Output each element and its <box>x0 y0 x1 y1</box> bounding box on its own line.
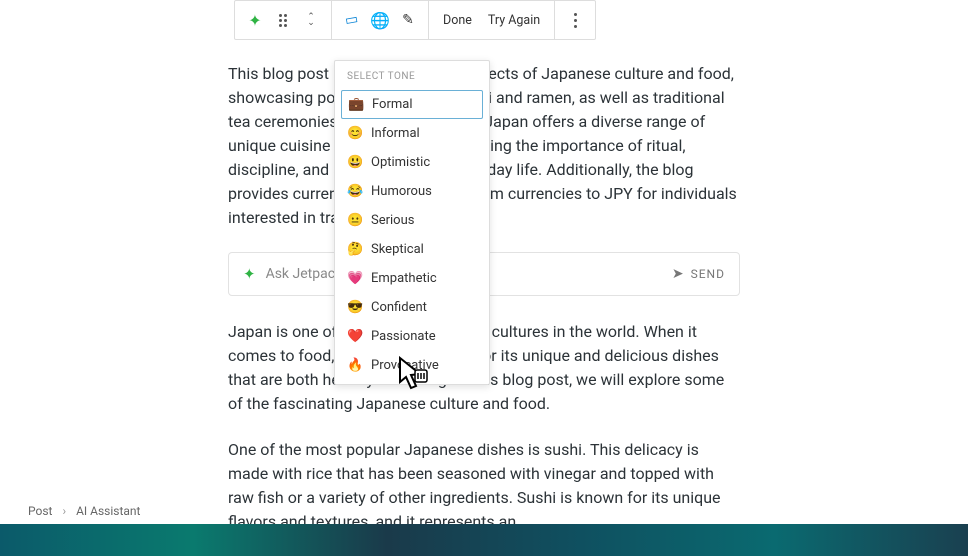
neutral-icon: 😐 <box>347 213 363 228</box>
tone-label: Passionate <box>371 329 436 344</box>
send-icon: ➤ <box>672 266 685 282</box>
tone-option-confident[interactable]: 😎 Confident <box>335 293 489 322</box>
tone-option-empathetic[interactable]: 💗 Empathetic <box>335 264 489 293</box>
breadcrumb-root[interactable]: Post <box>28 504 52 518</box>
tone-label: Empathetic <box>371 271 437 286</box>
drag-handle[interactable] <box>269 6 297 34</box>
chevron-updown-icon: ⌃⌄ <box>307 14 315 26</box>
heart-icon: 💗 <box>347 271 363 286</box>
send-label: SEND <box>691 267 725 281</box>
chevron-right-icon: › <box>62 504 66 518</box>
fire-icon: 🔥 <box>347 358 363 373</box>
edit-button[interactable]: ✎ <box>394 6 422 34</box>
laugh-icon: 😂 <box>347 184 363 199</box>
breadcrumb: Post › AI Assistant <box>28 504 140 518</box>
tone-option-skeptical[interactable]: 🤔 Skeptical <box>335 235 489 264</box>
chat-icon: ▭ <box>344 11 360 29</box>
tone-option-provocative[interactable]: 🔥 Provocative <box>335 351 489 380</box>
briefcase-icon: 💼 <box>348 97 364 112</box>
chat-button[interactable]: ▭ <box>338 6 366 34</box>
tone-option-optimistic[interactable]: 😃 Optimistic <box>335 148 489 177</box>
tone-option-humorous[interactable]: 😂 Humorous <box>335 177 489 206</box>
tone-option-informal[interactable]: 😊 Informal <box>335 119 489 148</box>
drag-dots-icon <box>279 14 287 27</box>
tone-label: Optimistic <box>371 155 430 170</box>
more-options-button[interactable] <box>561 6 589 34</box>
tone-option-formal[interactable]: 💼 Formal <box>341 90 483 119</box>
pencil-icon: ✎ <box>402 12 414 28</box>
move-updown[interactable]: ⌃⌄ <box>297 6 325 34</box>
more-vertical-icon <box>574 13 577 28</box>
block-toolbar: ✦ ⌃⌄ ▭ 🌐 ✎ Done Try Again <box>234 0 596 40</box>
grin-icon: 😃 <box>347 155 363 170</box>
red-heart-icon: ❤️ <box>347 329 363 344</box>
done-button[interactable]: Done <box>435 6 480 34</box>
ai-block-icon[interactable]: ✦ <box>241 6 269 34</box>
globe-icon: 🌐 <box>370 11 390 30</box>
tone-label: Informal <box>371 126 420 141</box>
try-again-button[interactable]: Try Again <box>480 6 548 34</box>
tone-label: Humorous <box>371 184 432 199</box>
breadcrumb-current: AI Assistant <box>76 504 140 518</box>
content-paragraph-3: One of the most popular Japanese dishes … <box>228 438 740 534</box>
smile-icon: 😊 <box>347 126 363 141</box>
tone-option-passionate[interactable]: ❤️ Passionate <box>335 322 489 351</box>
tone-option-serious[interactable]: 😐 Serious <box>335 206 489 235</box>
thinking-icon: 🤔 <box>347 242 363 257</box>
language-button[interactable]: 🌐 <box>366 6 394 34</box>
tone-label: Formal <box>372 97 413 112</box>
footer-gradient <box>0 524 968 556</box>
cool-icon: 😎 <box>347 300 363 315</box>
sparkle-icon: ✦ <box>248 11 261 30</box>
tone-label: Skeptical <box>371 242 424 257</box>
send-button[interactable]: ➤ SEND <box>672 266 725 282</box>
tone-label: Provocative <box>371 358 439 373</box>
dropdown-header: SELECT TONE <box>335 61 489 90</box>
sparkle-icon: ✦ <box>243 265 256 283</box>
tone-dropdown: SELECT TONE 💼 Formal 😊 Informal 😃 Optimi… <box>334 60 490 385</box>
tone-label: Serious <box>371 213 414 228</box>
tone-label: Confident <box>371 300 427 315</box>
